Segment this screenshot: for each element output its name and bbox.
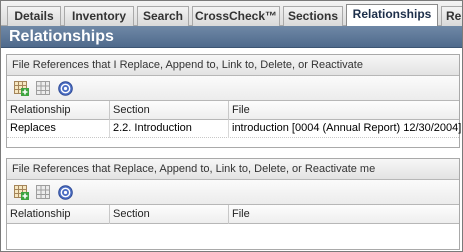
panel-header: File References that Replace, Append to,… [7,159,459,180]
relationships-window: Details Inventory Search CrossCheck™ Sec… [0,0,463,252]
panel-toolbar [7,180,459,205]
column-relationship[interactable]: Relationship [7,101,110,120]
tab-sections[interactable]: Sections [283,6,343,26]
cell-relationship: Replaces [7,120,110,138]
panel-toolbar [7,76,459,101]
column-file[interactable]: File [229,101,461,120]
table-row[interactable]: Replaces 2.2. Introduction introduction … [7,120,461,138]
tab-strip: Details Inventory Search CrossCheck™ Sec… [1,1,462,27]
column-relationship[interactable]: Relationship [7,205,110,224]
column-section[interactable]: Section [110,205,229,224]
incoming-references-panel: File References that Replace, Append to,… [6,158,460,250]
grid-header: Relationship Section File [7,205,459,224]
column-file[interactable]: File [229,205,461,224]
tab-search[interactable]: Search [137,6,189,26]
help-icon[interactable] [57,184,74,201]
cell-file: introduction [0004 (Annual Report) 12/30… [232,122,461,134]
panel-header: File References that I Replace, Append t… [7,55,459,76]
grid-header: Relationship Section File [7,101,459,120]
page-title-bar: Relationships [1,26,462,48]
outgoing-references-panel: File References that I Replace, Append t… [6,54,461,148]
tab-relationships[interactable]: Relationships [346,4,438,27]
add-grid-icon[interactable] [13,80,30,97]
add-grid-icon[interactable] [13,184,30,201]
grid-icon[interactable] [35,184,52,201]
page-title: Relationships [9,28,114,45]
tab-details[interactable]: Details [7,6,61,26]
tab-crosscheck[interactable]: CrossCheck™ [192,6,280,26]
grid-icon[interactable] [35,80,52,97]
cell-section: 2.2. Introduction [110,120,229,138]
column-section[interactable]: Section [110,101,229,120]
help-icon[interactable] [57,80,74,97]
tab-overflow[interactable]: Re [441,6,462,26]
tab-inventory[interactable]: Inventory [64,6,134,26]
